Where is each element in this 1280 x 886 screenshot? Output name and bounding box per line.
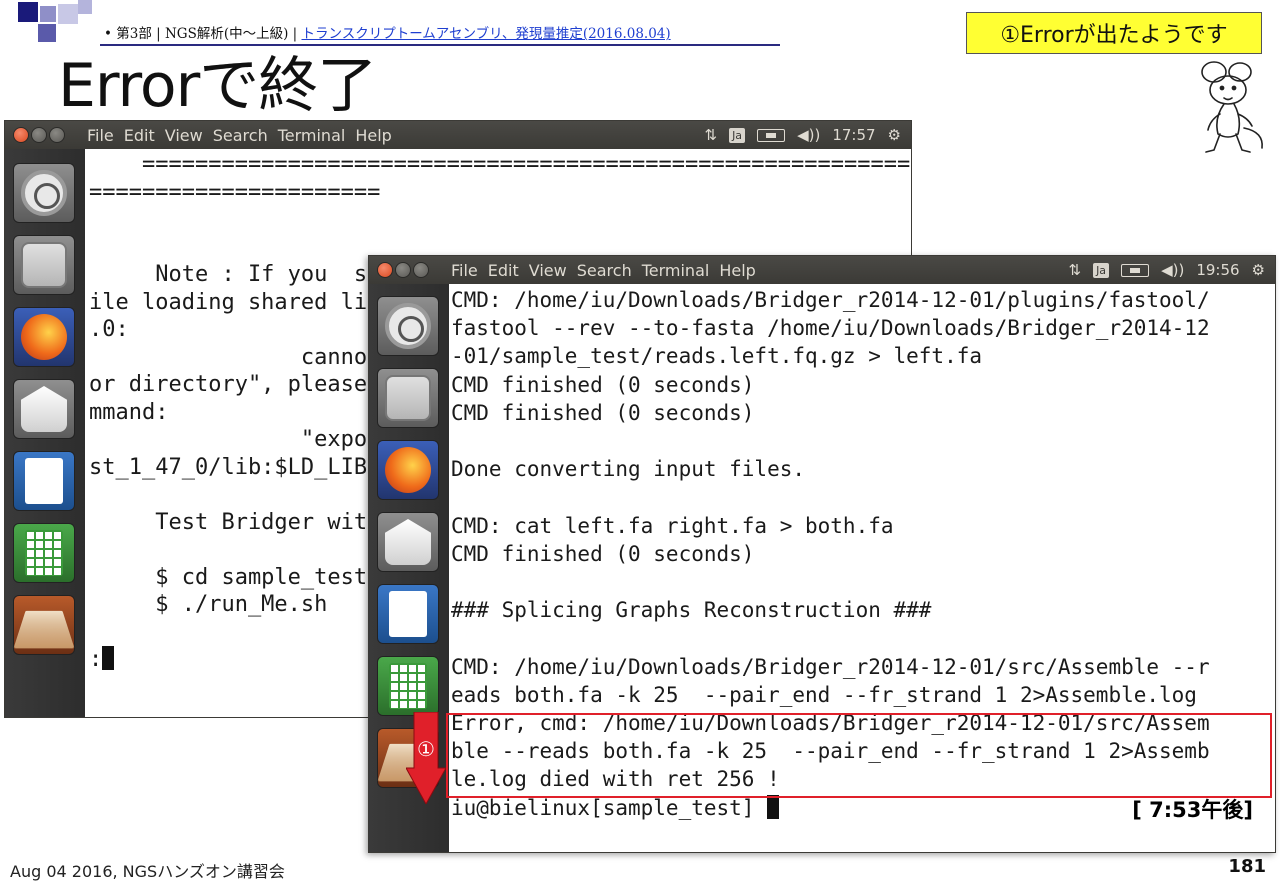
terminal-line: CMD: /home/iu/Downloads/Bridger_r2014-12… — [451, 288, 1210, 312]
terminal-line: Test Bridger wit — [89, 509, 368, 535]
gear-icon[interactable]: ⚙ — [888, 126, 901, 144]
terminal-line: cannot — [89, 344, 381, 370]
window-titlebar[interactable]: File Edit View Search Terminal Help ⇅ Ja ◀)) … — [369, 256, 1275, 284]
terminal-line: or directory", please — [89, 372, 368, 397]
terminal-line: CMD: /home/iu/Downloads/Bridger_r2014-12… — [451, 654, 1210, 679]
maximize-button[interactable] — [413, 262, 429, 278]
terminal-line: ile loading shared li — [89, 289, 368, 315]
marker-label: ① — [417, 737, 435, 761]
minimize-button[interactable] — [395, 262, 411, 278]
launcher-calc-icon[interactable] — [377, 656, 439, 716]
launcher-writer-icon[interactable] — [13, 451, 75, 511]
network-icon[interactable]: ⇅ — [1068, 261, 1081, 279]
network-icon[interactable]: ⇅ — [704, 126, 717, 144]
terminal-line: CMD finished (0 seconds) — [451, 372, 755, 397]
terminal-line: ====================== — [89, 179, 381, 205]
launcher-files-icon[interactable] — [377, 368, 439, 428]
launcher-ubuntu-icon[interactable] — [377, 296, 439, 356]
window-titlebar[interactable]: File Edit View Search Terminal Help ⇅ Ja ◀)) … — [5, 121, 911, 149]
launcher-calc-icon[interactable] — [13, 523, 75, 583]
decor-square — [58, 4, 78, 24]
footer-text: Aug 04 2016, NGSハンズオン講習会 — [10, 862, 285, 881]
launcher-workspace-icon[interactable] — [13, 595, 75, 655]
terminal-line: .0: — [89, 317, 129, 342]
slide: • 第3部 | NGS解析(中～上級) | トランスクリプトームアセンブリ、発現… — [0, 0, 1280, 886]
volume-icon[interactable]: ◀)) — [1161, 261, 1184, 279]
menu-bar: File Edit View Search Terminal Help — [451, 261, 766, 280]
breadcrumb-link[interactable]: トランスクリプトームアセンブリ、発現量推定(2016.08.04) — [301, 26, 670, 42]
menu-search[interactable]: Search — [577, 261, 632, 280]
decor-square — [38, 24, 56, 42]
volume-icon[interactable]: ◀)) — [797, 126, 820, 144]
launcher-files-icon[interactable] — [13, 235, 75, 295]
mouse-mascot-icon — [1201, 61, 1263, 153]
terminal-line: eads both.fa -k 25 --pair_end --fr_stran… — [451, 682, 1197, 707]
launcher-firefox-icon[interactable] — [377, 440, 439, 500]
prompt-clock: [ 7:53午後] — [1132, 797, 1253, 822]
decor-square — [18, 2, 38, 22]
page-number: 181 — [1228, 856, 1266, 877]
terminal-line: fastool --rev --to-fasta /home/iu/Downlo… — [451, 316, 1210, 341]
terminal-line: mmand: — [89, 399, 169, 425]
launcher-writer-icon[interactable] — [377, 584, 439, 644]
close-button[interactable] — [377, 262, 393, 278]
launcher-mail-icon[interactable] — [377, 512, 439, 572]
terminal-line: : — [89, 646, 115, 674]
close-button[interactable] — [13, 127, 29, 143]
keyboard-indicator[interactable]: Ja — [729, 127, 746, 143]
terminal-line: ========================================… — [89, 152, 911, 177]
terminal-line: CMD: cat left.fa right.fa > both.fa — [451, 513, 894, 538]
battery-icon[interactable] — [757, 128, 786, 142]
terminal-line: Done converting input files. — [451, 457, 806, 482]
terminal-cursor — [767, 794, 780, 819]
menu-search[interactable]: Search — [213, 126, 268, 145]
menu-terminal[interactable]: Terminal — [278, 126, 346, 145]
menu-file[interactable]: File — [87, 126, 114, 145]
marker-arrow-icon: ① — [406, 712, 446, 804]
terminal-line: $ ./run_Me.sh — [89, 592, 328, 617]
indicator-area: ⇅ Ja ◀)) 17:57 ⚙ — [704, 121, 901, 149]
menu-help[interactable]: Help — [355, 126, 391, 145]
battery-icon[interactable] — [1121, 263, 1150, 277]
breadcrumb-divider — [100, 44, 780, 46]
window-controls — [13, 127, 87, 143]
menu-view[interactable]: View — [165, 126, 203, 145]
menu-view[interactable]: View — [529, 261, 567, 280]
maximize-button[interactable] — [49, 127, 65, 143]
menu-edit[interactable]: Edit — [124, 126, 155, 145]
menu-help[interactable]: Help — [719, 261, 755, 280]
terminal-line: CMD finished (0 seconds) — [451, 400, 755, 425]
terminal-line: $ cd sample_test — [89, 564, 368, 590]
launcher-firefox-icon[interactable] — [13, 307, 75, 367]
breadcrumb-prefix: • 第3部 | NGS解析(中～上級) | — [104, 26, 302, 42]
menu-file[interactable]: File — [451, 261, 478, 280]
terminal-line: -01/sample_test/reads.left.fq.gz > left.… — [451, 344, 983, 369]
indicator-area: ⇅ Ja ◀)) 19:56 ⚙ — [1068, 256, 1265, 284]
clock[interactable]: 19:56 — [1196, 261, 1239, 279]
clock[interactable]: 17:57 — [832, 126, 875, 144]
window-controls — [377, 262, 451, 278]
menu-terminal[interactable]: Terminal — [642, 261, 710, 280]
terminal-line: CMD finished (0 seconds) — [451, 541, 755, 566]
launcher-mail-icon[interactable] — [13, 379, 75, 439]
gear-icon[interactable]: ⚙ — [1252, 261, 1265, 279]
terminal-cursor — [102, 646, 115, 670]
slide-title: Errorで終了 — [58, 51, 377, 121]
terminal-line: st_1_47_0/lib:$LD_LIB — [89, 454, 368, 480]
decor-square — [40, 6, 56, 22]
terminal-line: Note : If you s — [89, 262, 368, 287]
breadcrumb: • 第3部 | NGS解析(中～上級) | トランスクリプトームアセンブリ、発現… — [104, 22, 671, 42]
menu-edit[interactable]: Edit — [488, 261, 519, 280]
error-highlight-box — [446, 713, 1272, 798]
launcher-ubuntu-icon[interactable] — [13, 163, 75, 223]
keyboard-indicator[interactable]: Ja — [1093, 262, 1110, 278]
minimize-button[interactable] — [31, 127, 47, 143]
menu-bar: File Edit View Search Terminal Help — [87, 126, 402, 145]
callout-note: ①Errorが出たようです — [966, 12, 1262, 54]
terminal-line: "export — [89, 427, 394, 452]
terminal-line: ### Splicing Graphs Reconstruction ### — [451, 598, 932, 623]
decor-square — [78, 0, 92, 14]
unity-launcher — [5, 149, 85, 717]
